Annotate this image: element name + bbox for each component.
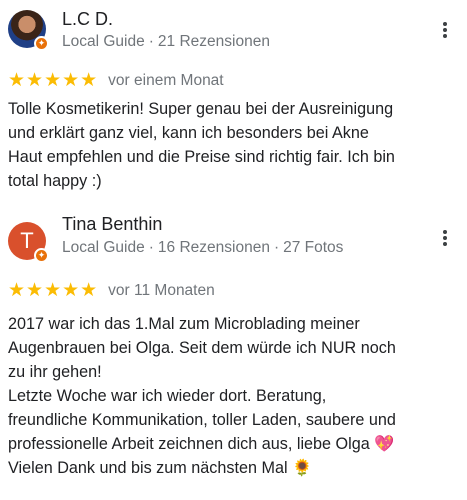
reviewer-name[interactable]: L.C D. — [62, 9, 113, 30]
review-text-line: professionelle Arbeit zeichnen dich aus,… — [8, 435, 395, 453]
local-guide-badge-icon: ✦ — [34, 36, 49, 51]
local-guide-label: Local Guide — [62, 33, 145, 50]
reviewer-avatar[interactable]: ✦ — [8, 10, 49, 51]
more-options-icon[interactable] — [441, 20, 449, 42]
heart-emoji-icon: 💖 — [374, 435, 395, 453]
review-text-line: 2017 war ich das 1.Mal zum Microblading … — [8, 315, 360, 333]
local-guide-label: Local Guide — [62, 239, 145, 256]
reviewer-meta: Local Guide · 21 Rezensionen — [62, 33, 270, 50]
review-date: vor einem Monat — [108, 72, 224, 89]
reviewer-meta: Local Guide · 16 Rezensionen · 27 Fotos — [62, 239, 344, 256]
local-guide-badge-icon: ✦ — [34, 248, 49, 263]
review-text-line: Augenbrauen bei Olga. Seit dem würde ich… — [8, 339, 396, 357]
star-rating-icon: ★★★★★ — [8, 280, 99, 301]
review-text: Tolle Kosmetikerin! Super genau bei der … — [8, 100, 395, 190]
sunflower-emoji-icon: 🌻 — [292, 459, 313, 477]
review-text-line: zu ihr gehen! — [8, 363, 102, 381]
review-count: 21 Rezensionen — [157, 33, 270, 50]
rating-row: ★★★★★ vor einem Monat — [8, 71, 224, 91]
avatar-letter: T — [20, 228, 34, 253]
review-text-line: Letzte Woche war ich wieder dort. Beratu… — [8, 387, 327, 405]
more-options-icon[interactable] — [441, 228, 449, 250]
review-text-line: Vielen Dank und bis zum nächsten Mal 🌻 — [8, 459, 313, 477]
review-count: 16 Rezensionen — [157, 239, 270, 256]
review-text: 2017 war ich das 1.Mal zum Microblading … — [8, 312, 458, 480]
reviewer-avatar[interactable]: T ✦ — [8, 222, 49, 263]
review-date: vor 11 Monaten — [108, 282, 215, 299]
reviewer-name[interactable]: Tina Benthin — [62, 214, 162, 235]
photo-count: 27 Fotos — [283, 239, 344, 256]
rating-row: ★★★★★ vor 11 Monaten — [8, 281, 215, 301]
review-text-line: freundliche Kommunikation, toller Laden,… — [8, 411, 396, 429]
star-rating-icon: ★★★★★ — [8, 70, 99, 91]
